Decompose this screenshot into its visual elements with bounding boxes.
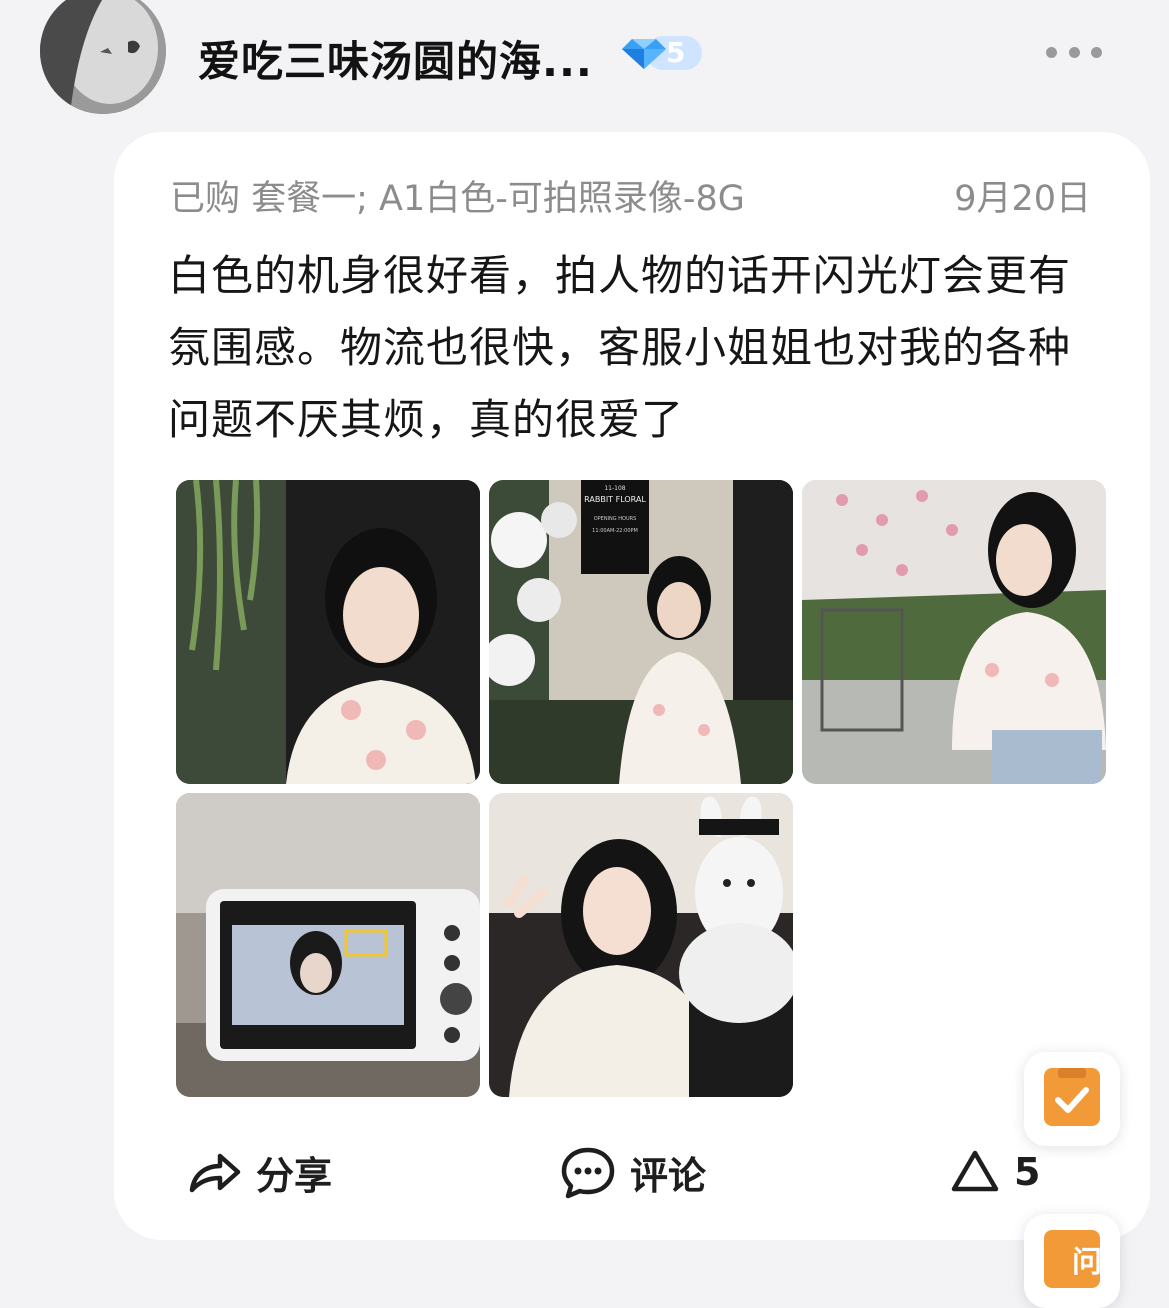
sign-line-2: RABBIT FLORAL	[584, 495, 646, 504]
username[interactable]: 爱吃三味汤圆的海...	[198, 28, 593, 89]
level-badge: 5	[622, 34, 704, 72]
comment-label: 评论	[630, 1153, 707, 1198]
share-label: 分享	[256, 1153, 333, 1198]
purchase-spec: 已购 套餐一; A1白色-可拍照录像-8G	[170, 179, 745, 219]
level-number: 5	[666, 36, 686, 69]
review-photo-4[interactable]	[176, 793, 480, 1097]
review-text: 白色的机身很好看，拍人物的话开闪光灯会更有氛围感。物流也很快，客服小姐姐也对我的…	[168, 251, 1072, 444]
sign-line-4: 11:00AM-22:00PM	[592, 528, 638, 534]
like-button[interactable]: 5	[950, 1140, 1040, 1204]
share-button[interactable]: 分享	[186, 1140, 332, 1204]
more-options-icon[interactable]	[1046, 40, 1102, 64]
diamond-icon	[622, 39, 666, 69]
review-date: 9月20日	[954, 179, 1091, 219]
review-photo-1[interactable]	[176, 480, 480, 784]
question-label: 问	[1072, 1245, 1102, 1280]
user-avatar[interactable]	[40, 0, 166, 114]
share-icon	[189, 1153, 241, 1193]
question-icon: 问	[1044, 1230, 1102, 1288]
comment-icon	[561, 1147, 615, 1199]
floating-checklist-button[interactable]	[1024, 1052, 1120, 1146]
review-photo-5[interactable]	[489, 793, 793, 1097]
like-count: 5	[1014, 1150, 1041, 1194]
floating-question-button[interactable]: 问	[1024, 1214, 1120, 1308]
checklist-icon	[1044, 1068, 1100, 1126]
sign-line-3: OPENING HOURS	[594, 516, 637, 522]
sign-line-1: 11-108	[604, 485, 625, 492]
review-photo-3[interactable]	[802, 480, 1106, 784]
comment-button[interactable]: 评论	[560, 1140, 706, 1204]
like-triangle-icon	[951, 1150, 999, 1192]
review-photo-2[interactable]: 11-108 RABBIT FLORAL OPENING HOURS 11:00…	[489, 480, 793, 784]
